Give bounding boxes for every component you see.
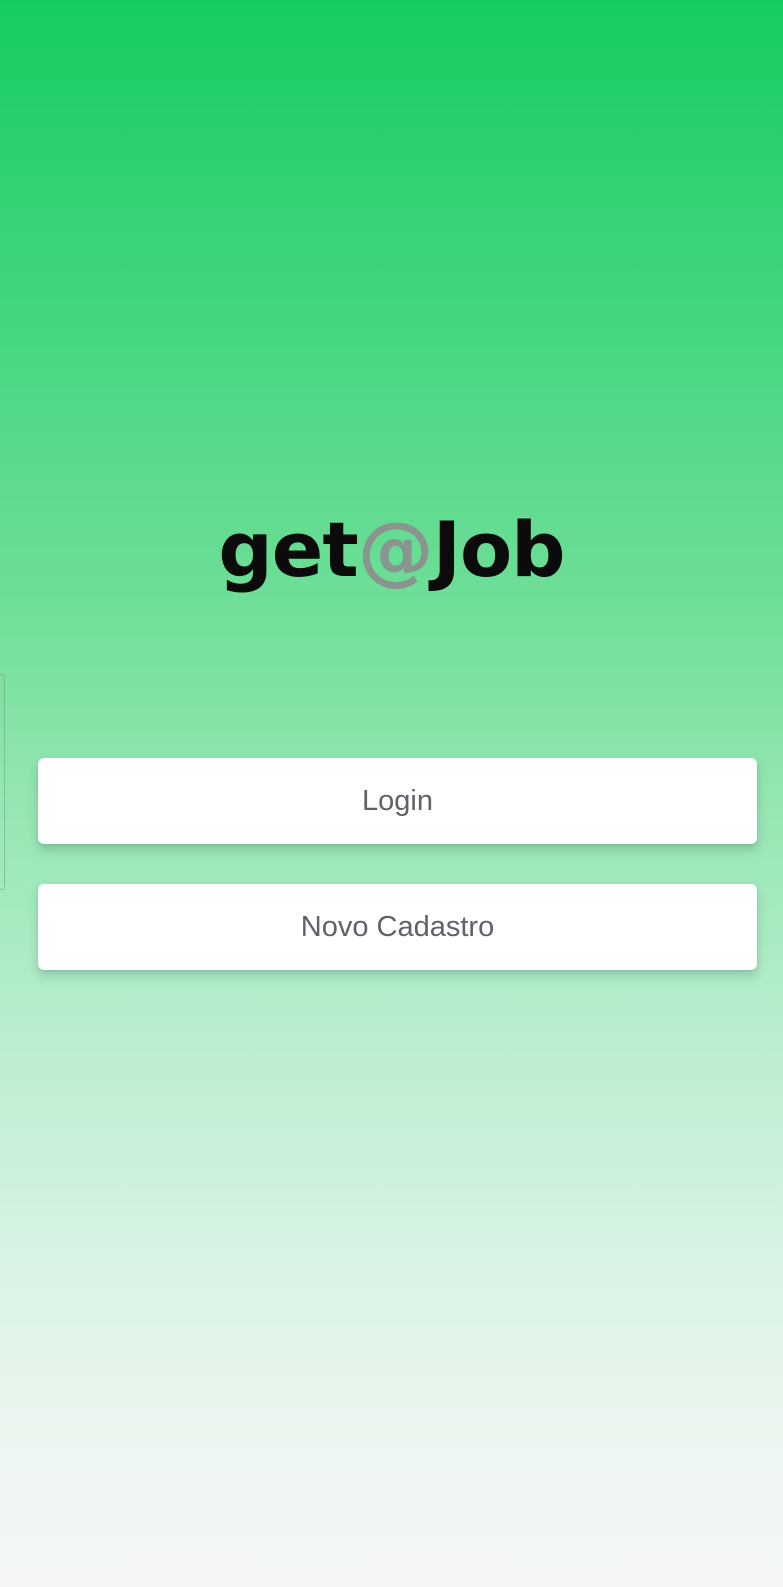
app-logo: get@Job [0,500,783,600]
login-button[interactable]: Login [38,758,757,844]
welcome-screen: get@Job Login Novo Cadastro [0,0,783,1587]
login-button-label: Login [362,784,433,817]
new-registration-button[interactable]: Novo Cadastro [38,884,757,970]
logo-prefix: get [218,505,358,594]
logo-at-symbol: @ [357,505,434,594]
logo-suffix: Job [432,505,566,594]
side-drawer-handle[interactable] [0,674,5,890]
new-registration-button-label: Novo Cadastro [300,910,495,943]
